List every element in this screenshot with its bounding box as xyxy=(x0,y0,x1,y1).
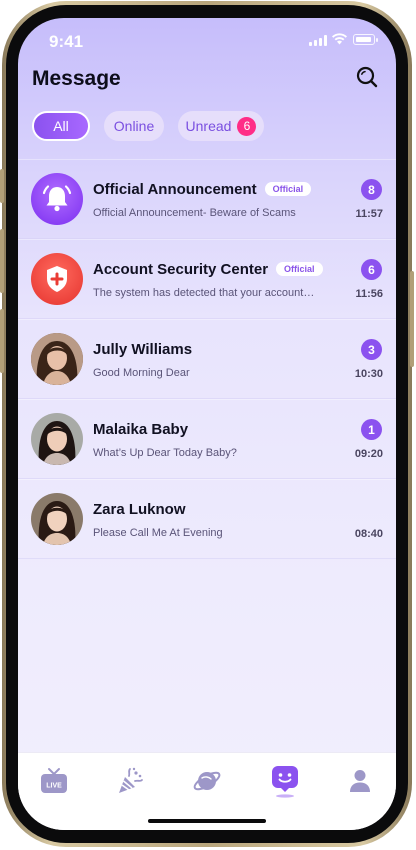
contact-name: Zara Luknow xyxy=(93,501,186,518)
tab-all-label: All xyxy=(53,118,69,134)
official-badge: Official xyxy=(264,182,312,196)
unread-count-badge: 1 xyxy=(361,419,382,440)
message-time: 11:57 xyxy=(355,208,383,220)
message-preview: Official Announcement- Beware of Scams xyxy=(93,207,296,219)
avatar xyxy=(31,333,83,385)
volume-up-button xyxy=(0,229,4,293)
message-row-malaika-baby[interactable]: Malaika Baby What’s Up Dear Today Baby? … xyxy=(18,399,396,479)
party-popper-icon[interactable] xyxy=(115,766,145,796)
message-time: 10:30 xyxy=(354,368,383,380)
message-list: Official Announcement Official Official A… xyxy=(18,159,396,559)
bell-alert-icon xyxy=(31,173,83,225)
contact-name: Malaika Baby xyxy=(93,421,189,438)
avatar xyxy=(31,413,83,465)
message-row-zara-luknow[interactable]: Zara Luknow Please Call Me At Evening 08… xyxy=(18,479,396,559)
page-title: Message xyxy=(32,67,121,90)
tab-unread-label: Unread xyxy=(185,118,232,134)
message-time: 11:56 xyxy=(355,288,383,300)
unread-count-badge: 6 xyxy=(237,116,257,136)
contact-name: Official Announcement Official xyxy=(93,181,312,198)
bottom-nav: LIVE xyxy=(18,752,396,830)
official-badge: Official xyxy=(276,262,323,276)
battery-icon xyxy=(353,34,378,45)
volume-down-button xyxy=(0,309,4,373)
message-row-official-announcement[interactable]: Official Announcement Official Official A… xyxy=(18,159,396,239)
message-smile-icon[interactable] xyxy=(270,766,300,798)
unread-count-badge: 8 xyxy=(361,179,382,200)
status-time: 9:41 xyxy=(49,32,84,51)
power-button xyxy=(410,271,414,367)
planet-icon[interactable] xyxy=(192,766,222,796)
tab-unread[interactable]: Unread 6 xyxy=(178,111,264,141)
search-icon[interactable] xyxy=(355,65,379,89)
unread-count-badge: 3 xyxy=(361,339,382,360)
tab-all[interactable]: All xyxy=(32,111,90,141)
tab-online-label: Online xyxy=(113,118,155,134)
message-preview: The system has detected that your accoun… xyxy=(93,287,315,299)
home-indicator xyxy=(148,819,266,823)
message-row-account-security[interactable]: Account Security Center Official The syst… xyxy=(18,239,396,319)
profile-icon[interactable] xyxy=(345,766,375,796)
app-screen: 9:41 Message All Online Unread 6 Officia… xyxy=(18,18,396,830)
unread-count-badge: 6 xyxy=(361,259,382,280)
message-time: 09:20 xyxy=(354,448,383,460)
status-bar: 9:41 xyxy=(18,18,396,62)
live-tv-icon[interactable]: LIVE xyxy=(39,766,69,796)
message-row-jully-williams[interactable]: Jully Williams Good Morning Dear 3 10:30 xyxy=(18,319,396,399)
message-preview: Please Call Me At Evening xyxy=(93,527,223,539)
message-time: 08:40 xyxy=(354,528,383,540)
cellular-signal-icon xyxy=(309,35,327,46)
wifi-icon xyxy=(332,33,347,45)
avatar xyxy=(31,493,83,545)
message-preview: Good Morning Dear xyxy=(93,367,190,379)
mute-switch xyxy=(0,169,4,203)
shield-plus-icon xyxy=(31,253,83,305)
live-label: LIVE xyxy=(46,783,62,790)
contact-name: Account Security Center Official xyxy=(93,261,323,278)
message-preview: What’s Up Dear Today Baby? xyxy=(93,447,237,459)
tab-online[interactable]: Online xyxy=(104,111,164,141)
contact-name: Jully Williams xyxy=(93,341,193,358)
